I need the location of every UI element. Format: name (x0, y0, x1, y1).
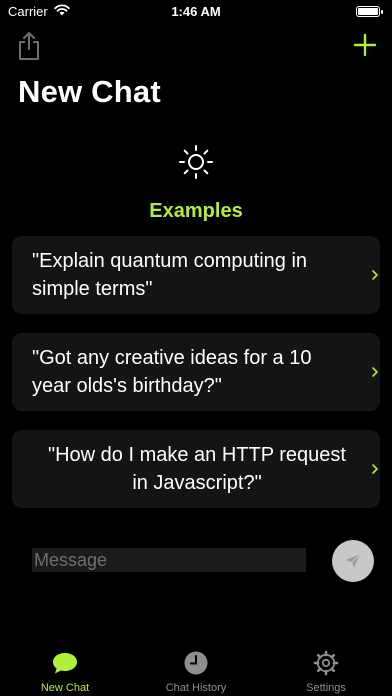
paper-plane-icon (346, 553, 361, 568)
add-chat-icon[interactable] (352, 32, 378, 58)
battery-icon (356, 6, 383, 17)
share-icon[interactable] (16, 30, 42, 62)
example-text: "Explain quantum computing in simple ter… (32, 250, 308, 300)
send-button[interactable] (332, 540, 374, 582)
gear-icon (313, 650, 339, 676)
example-card-quantum[interactable]: "Explain quantum computing in simple ter… (12, 236, 380, 314)
tab-label: New Chat (40, 682, 90, 694)
tab-label: Settings (306, 682, 346, 694)
tab-bar: New Chat Chat History Settings (0, 640, 392, 696)
status-bar: Carrier 1:46 AM (0, 0, 392, 26)
tab-chat-history[interactable]: Chat History (146, 650, 246, 694)
example-text: "How do I make an HTTP request in Javasc… (48, 444, 346, 494)
example-card-http[interactable]: "How do I make an HTTP request in Javasc… (12, 430, 380, 508)
chevron-right-icon (372, 270, 378, 280)
example-text: "Got any creative ideas for a 10 year ol… (32, 347, 312, 397)
examples-heading: Examples (149, 200, 243, 222)
tab-label: Chat History (165, 682, 227, 694)
tab-new-chat[interactable]: New Chat (15, 650, 115, 694)
tab-settings[interactable]: Settings (276, 650, 376, 694)
chevron-right-icon (372, 367, 378, 377)
page-title: New Chat (18, 74, 161, 109)
clock-time: 1:46 AM (171, 4, 221, 19)
clock-icon (184, 651, 208, 675)
message-input[interactable] (32, 548, 306, 572)
chat-bubble-icon (53, 653, 77, 674)
sun-icon (179, 145, 213, 179)
chevron-right-icon (372, 464, 378, 474)
example-card-birthday[interactable]: "Got any creative ideas for a 10 year ol… (12, 333, 380, 411)
